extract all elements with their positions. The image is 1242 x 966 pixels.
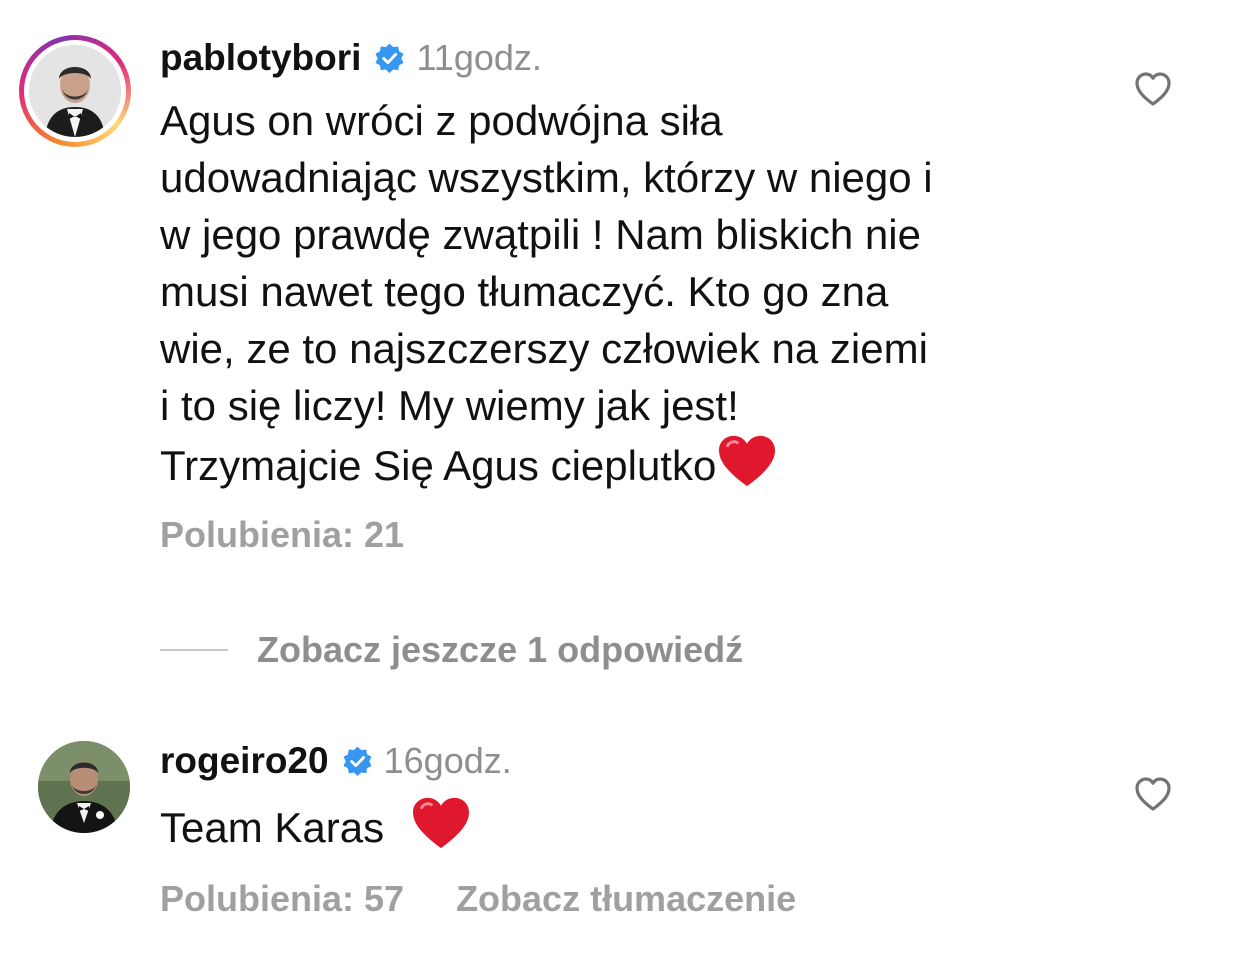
- comment-text-line: udowadniając wszystkim, którzy w niego i: [160, 154, 933, 201]
- verified-badge-icon: [343, 746, 372, 776]
- comment-1-header: pablotybori 11godz.: [160, 36, 542, 80]
- likes-count[interactable]: Polubienia: 21: [160, 514, 404, 555]
- red-heart-emoji: [412, 797, 469, 849]
- comment-text-line: i to się liczy! My wiemy jak jest!: [160, 382, 739, 429]
- username[interactable]: rogeiro20: [160, 740, 329, 782]
- likes-count[interactable]: Polubienia: 57: [160, 878, 404, 919]
- comment-text: Team Karas: [160, 796, 1090, 856]
- timestamp: 16godz.: [383, 740, 512, 781]
- verified-badge-icon: [375, 43, 404, 73]
- view-replies-button[interactable]: Zobacz jeszcze 1 odpowiedź: [160, 626, 743, 674]
- heart-outline-icon[interactable]: [1134, 71, 1172, 107]
- comment-2-header: rogeiro20 16godz.: [160, 739, 512, 783]
- comment-1-meta: Polubienia: 21: [160, 514, 404, 556]
- comment-text-line: Trzymajcie Się Agus cieplutko: [160, 442, 717, 489]
- comment-text-line: Team Karas: [160, 804, 385, 851]
- avatar[interactable]: [29, 45, 121, 137]
- avatar-2-illustration: [38, 741, 130, 833]
- comment-text-line: Agus on wróci z podwójna siła: [160, 97, 723, 144]
- timestamp: 11godz.: [416, 37, 542, 78]
- see-translation-button[interactable]: Zobacz tłumaczenie: [456, 878, 796, 919]
- view-replies-label: Zobacz jeszcze 1 odpowiedź: [257, 629, 744, 670]
- heart-outline-icon[interactable]: [1134, 776, 1172, 812]
- comment-2-meta: Polubienia: 57 Zobacz tłumaczenie: [160, 878, 796, 920]
- comment-text-line: w jego prawdę zwątpili ! Nam bliskich ni…: [160, 211, 921, 258]
- comment-text-line-last: Trzymajcie Się Agus cieplutko: [160, 434, 1090, 494]
- username[interactable]: pablotybori: [160, 37, 361, 79]
- red-heart-emoji: [719, 435, 776, 487]
- comment-text: Agus on wróci z podwójna siła udowadniaj…: [160, 92, 1090, 494]
- avatar[interactable]: [38, 741, 130, 833]
- comment-text-line: wie, ze to najszczerszy człowiek na ziem…: [160, 325, 928, 372]
- avatar-1-illustration: [29, 45, 121, 137]
- replies-divider: [160, 649, 228, 651]
- comment-text-line: musi nawet tego tłumaczyć. Kto go zna: [160, 268, 889, 315]
